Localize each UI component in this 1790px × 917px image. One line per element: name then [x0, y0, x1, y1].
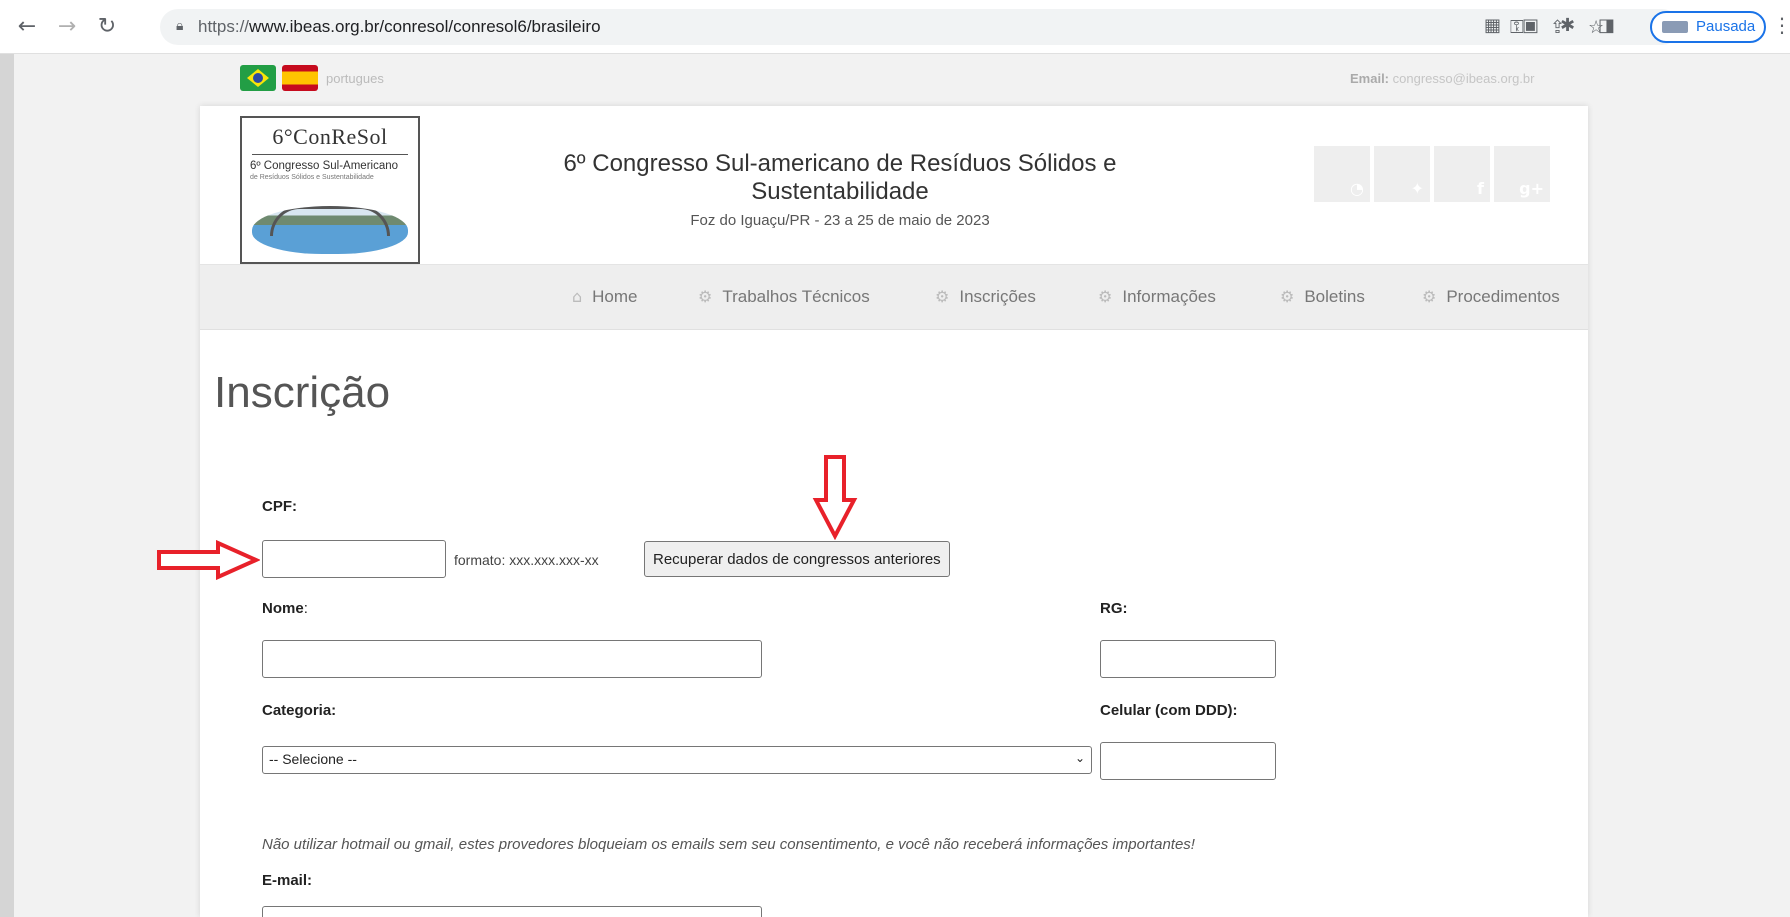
nav-boletins-label: Boletins [1304, 287, 1365, 306]
home-icon: ⌂ [572, 287, 583, 306]
url-text: https://www.ibeas.org.br/conresol/conres… [198, 17, 601, 37]
gears-icon: ⚙ [1098, 287, 1113, 306]
nav-boletins[interactable]: ⚙ Boletins [1280, 287, 1365, 307]
back-icon[interactable]: ← [14, 14, 40, 40]
forward-icon[interactable]: → [54, 14, 80, 40]
puzzle-icon[interactable]: ✱ [1560, 15, 1575, 36]
email-input[interactable] [262, 906, 762, 917]
cpf-input[interactable] [262, 540, 446, 578]
categoria-label: Categoria: [262, 702, 337, 719]
rg-label: RG: [1100, 600, 1128, 617]
extension-window-icon[interactable]: ▣ [1522, 15, 1539, 36]
categoria-select[interactable]: -- Selecione -- ⌄ [262, 746, 1092, 774]
url-path: www.ibeas.org.br/conresol/conresol6/bras… [249, 17, 601, 36]
site-header: 6º Congresso Sul-americano de Resíduos S… [560, 150, 1120, 229]
lock-icon: 🔒︎ [176, 18, 184, 34]
profile-status: Pausada [1696, 18, 1756, 35]
logo-subtitle-small: de Resíduos Sólidos e Sustentabilidade [250, 174, 374, 181]
brazil-flag-icon[interactable] [240, 65, 276, 91]
nome-input[interactable] [262, 640, 762, 678]
chevron-down-icon: ⌄ [1074, 751, 1085, 765]
nav-procedimentos[interactable]: ⚙ Procedimentos [1422, 287, 1560, 307]
logo-subtitle: 6º Congresso Sul-Americano [250, 160, 399, 172]
conresol-logo[interactable]: 6°ConReSol 6º Congresso Sul-Americano de… [240, 116, 420, 264]
site-container: 6°ConReSol 6º Congresso Sul-Americano de… [200, 106, 1588, 917]
site-subtitle: Foz do Iguaçu/PR - 23 a 25 de maio de 20… [690, 212, 990, 229]
logo-title: 6°ConReSol [272, 124, 388, 149]
twitter-icon[interactable]: ✦ [1374, 146, 1430, 202]
nav-informacoes-label: Informações [1122, 287, 1216, 306]
browser-toolbar: ← → ↻ 🔒︎ https://www.ibeas.org.br/conres… [0, 0, 1790, 54]
spain-flag-icon[interactable] [282, 65, 318, 91]
site-title: 6º Congresso Sul-americano de Resíduos S… [563, 150, 1117, 205]
red-down-arrow [812, 455, 858, 540]
rg-input[interactable] [1100, 640, 1276, 678]
gears-icon: ⚙ [698, 287, 713, 306]
left-edge [0, 54, 14, 917]
extension-grid-icon[interactable]: ▦ [1484, 15, 1501, 36]
gears-icon: ⚙ [935, 287, 950, 306]
nav-home-label: Home [592, 287, 638, 306]
email-top-value[interactable]: congresso@ibeas.org.br [1393, 71, 1535, 86]
nav-inscricoes[interactable]: ⚙ Inscrições [935, 287, 1036, 307]
google-plus-icon[interactable]: g+ [1494, 146, 1550, 202]
cpf-label: CPF: [262, 498, 297, 515]
email-label: E-mail: [262, 872, 313, 889]
facebook-icon[interactable]: f [1434, 146, 1490, 202]
gears-icon: ⚙ [1422, 287, 1437, 306]
address-bar[interactable]: 🔒︎ https://www.ibeas.org.br/conresol/con… [160, 9, 1680, 45]
nome-label-text: Nome [262, 600, 304, 617]
recover-data-button[interactable]: Recuperar dados de congressos anteriores [644, 541, 950, 577]
categoria-selected: -- Selecione -- [269, 751, 357, 767]
profile-paused-button[interactable]: Pausada [1650, 11, 1766, 43]
nav-informacoes[interactable]: ⚙ Informações [1098, 287, 1216, 307]
bridge-image [252, 206, 408, 254]
main-nav: ⌂ Home ⚙ Trabalhos Técnicos ⚙ Inscrições ⚙ I… [200, 264, 1588, 330]
sidepanel-icon[interactable]: ◨ [1598, 15, 1615, 36]
gears-icon: ⚙ [1280, 287, 1295, 306]
profile-avatar [1662, 21, 1688, 33]
celular-input[interactable] [1100, 742, 1276, 780]
celular-label: Celular (com DDD): [1100, 702, 1238, 719]
nav-trabalhos-label: Trabalhos Técnicos [722, 287, 870, 306]
nav-inscricoes-label: Inscrições [959, 287, 1036, 306]
contact-email: Email: congresso@ibeas.org.br [1350, 71, 1534, 86]
url-protocol: https:// [198, 17, 250, 36]
language-label: portugues [326, 71, 384, 86]
nome-label-colon: : [303, 600, 308, 617]
nav-trabalhos[interactable]: ⚙ Trabalhos Técnicos [698, 287, 870, 307]
cpf-format-hint: formato: xxx.xxx.xxx-xx [454, 552, 599, 568]
rss-icon[interactable]: ◔ [1314, 146, 1370, 202]
nome-label: Nome: [262, 600, 308, 617]
red-right-arrow [157, 540, 260, 580]
page-title: Inscrição [214, 368, 391, 417]
reload-icon[interactable]: ↻ [94, 14, 120, 40]
email-warning: Não utilizar hotmail ou gmail, estes pro… [262, 836, 1195, 853]
email-top-label: Email: [1350, 71, 1390, 86]
nav-procedimentos-label: Procedimentos [1446, 287, 1560, 306]
nav-home[interactable]: ⌂ Home [572, 287, 638, 307]
menu-icon[interactable]: ⋮ [1772, 13, 1790, 37]
